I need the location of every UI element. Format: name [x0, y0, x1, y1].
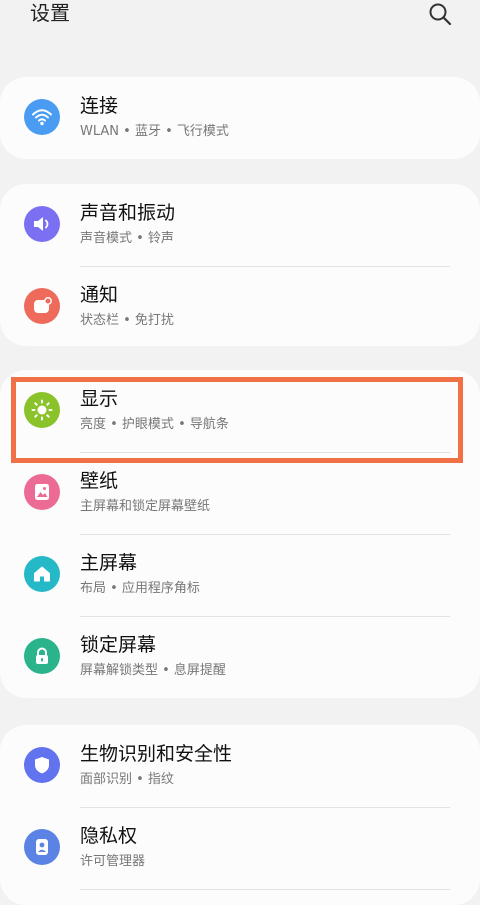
settings-item-wallpaper[interactable]: 壁纸 主屏幕和锁定屏幕壁纸	[0, 452, 480, 534]
settings-card-connections: 连接 WLAN • 蓝牙 • 飞行模式	[0, 77, 480, 159]
page-title: 设置	[30, 1, 70, 25]
settings-card-security: 生物识别和安全性 面部识别 • 指纹 隐私权 许可管理器	[0, 725, 480, 905]
settings-item-title: 主屏幕	[80, 552, 138, 574]
top-bar: 设置	[0, 0, 480, 40]
notification-icon	[24, 288, 60, 324]
settings-item-connections[interactable]: 连接 WLAN • 蓝牙 • 飞行模式	[0, 77, 480, 159]
settings-item-title: 锁定屏幕	[80, 634, 157, 656]
settings-item-subtitle: 声音模式 • 铃声	[80, 231, 174, 246]
settings-item-subtitle: 许可管理器	[80, 854, 146, 869]
settings-item-title: 隐私权	[80, 825, 138, 847]
search-icon	[429, 3, 452, 26]
speaker-icon	[24, 206, 60, 242]
settings-item-notifications[interactable]: 通知 状态栏 • 免打扰	[0, 266, 480, 348]
lock-icon	[24, 638, 60, 674]
home-icon	[24, 556, 60, 592]
settings-item-title: 通知	[80, 284, 119, 306]
shield-icon	[24, 747, 60, 783]
settings-item-title: 壁纸	[80, 470, 119, 492]
settings-item-title: 生物识别和安全性	[80, 743, 233, 765]
settings-item-subtitle: 面部识别 • 指纹	[80, 772, 174, 787]
settings-item-home-screen[interactable]: 主屏幕 布局 • 应用程序角标	[0, 534, 480, 616]
divider	[80, 889, 450, 890]
settings-item-sounds[interactable]: 声音和振动 声音模式 • 铃声	[0, 184, 480, 266]
settings-item-subtitle: 状态栏 • 免打扰	[80, 313, 174, 328]
settings-item-privacy[interactable]: 隐私权 许可管理器	[0, 807, 480, 889]
wallpaper-icon	[24, 474, 60, 510]
privacy-icon	[24, 829, 60, 865]
settings-item-lock-screen[interactable]: 锁定屏幕 屏幕解锁类型 • 息屏提醒	[0, 616, 480, 698]
settings-item-subtitle: WLAN • 蓝牙 • 飞行模式	[80, 124, 229, 139]
settings-item-title: 声音和振动	[80, 202, 176, 224]
settings-item-title: 连接	[80, 95, 119, 117]
search-button[interactable]	[424, 0, 456, 28]
wifi-icon	[24, 99, 60, 135]
settings-item-subtitle: 主屏幕和锁定屏幕壁纸	[80, 499, 211, 514]
display-highlight-frame	[11, 377, 463, 463]
settings-item-subtitle: 屏幕解锁类型 • 息屏提醒	[80, 663, 226, 678]
settings-card-sound-notifications: 声音和振动 声音模式 • 铃声 通知 状态栏 • 免打扰	[0, 184, 480, 346]
settings-item-biometrics[interactable]: 生物识别和安全性 面部识别 • 指纹	[0, 725, 480, 807]
settings-item-subtitle: 布局 • 应用程序角标	[80, 581, 200, 596]
